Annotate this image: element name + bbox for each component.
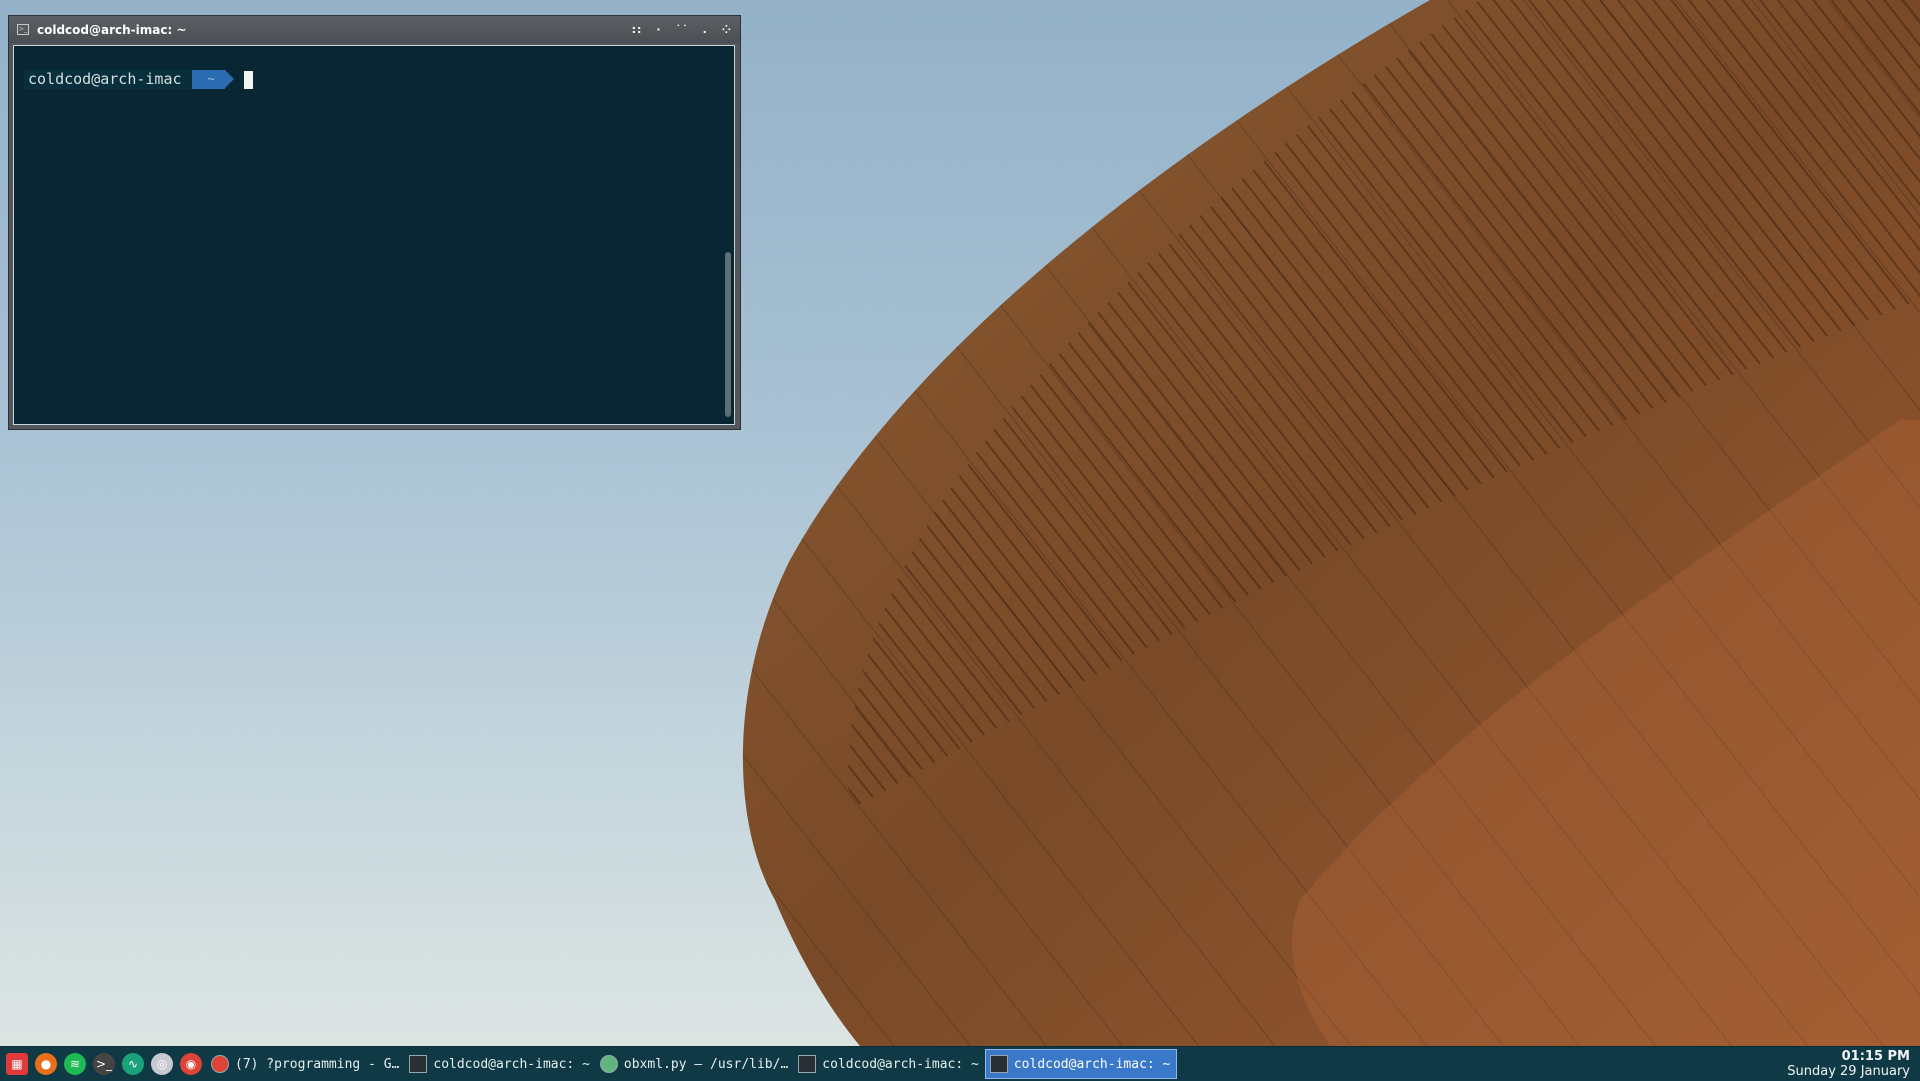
app-menu-icon[interactable]: ▦ — [6, 1053, 28, 1075]
taskbar-task-2[interactable]: coldcod@arch-imac: ~ — [405, 1049, 596, 1079]
launcher-bar: ▦ ● ≋ >_ ∿ ◎ ◉ — [4, 1053, 207, 1075]
terminal-icon[interactable]: >_ — [93, 1053, 115, 1075]
clock-date: Sunday 29 January — [1787, 1064, 1910, 1079]
terminal-icon — [989, 1055, 1008, 1073]
scrollbar-thumb[interactable] — [725, 252, 731, 417]
shade-button[interactable]: :: — [632, 23, 643, 36]
close-button[interactable]: ⁘ — [722, 23, 732, 36]
taskbar-task-4[interactable]: coldcod@arch-imac: ~ — [794, 1049, 985, 1079]
taskbar-task-3[interactable]: obxml.py — /usr/lib/… — [596, 1049, 794, 1079]
text-cursor — [243, 70, 253, 89]
window-title: coldcod@arch-imac: ~ — [37, 22, 187, 37]
window-controls: :: · ˙˙ . ⁘ — [632, 23, 732, 36]
shell-prompt: coldcod@arch-imac ~ — [24, 70, 253, 89]
all-desktops-button[interactable]: . — [703, 23, 708, 36]
terminal-scrollbar[interactable] — [725, 52, 731, 418]
task-label: coldcod@arch-imac: ~ — [433, 1056, 590, 1072]
terminal-window[interactable]: >_ coldcod@arch-imac: ~ :: · ˙˙ . ⁘ cold… — [9, 16, 740, 429]
prompt-user-segment: coldcod@arch-imac — [24, 70, 201, 89]
spotify-icon[interactable]: ≋ — [64, 1053, 86, 1075]
clock[interactable]: 01:15 PM Sunday 29 January — [1787, 1049, 1910, 1079]
task-list: (7) ?programming - G… coldcod@arch-imac: … — [207, 1049, 1178, 1079]
clock-time: 01:15 PM — [1841, 1049, 1910, 1064]
terminal-icon — [409, 1055, 428, 1073]
taskbar: ▦ ● ≋ >_ ∿ ◎ ◉ (7) ?programming - G… coldcod@ar… — [0, 1046, 1920, 1081]
settings-icon[interactable]: ◎ — [151, 1053, 173, 1075]
task-label: (7) ?programming - G… — [235, 1056, 400, 1072]
task-label: coldcod@arch-imac: ~ — [1013, 1056, 1171, 1072]
task-label: coldcod@arch-imac: ~ — [822, 1056, 979, 1072]
firefox-icon[interactable]: ● — [35, 1053, 57, 1075]
taskbar-task-1[interactable]: (7) ?programming - G… — [207, 1049, 405, 1079]
terminal-icon — [798, 1055, 817, 1073]
terminal-icon: >_ — [17, 24, 29, 35]
atom-icon — [599, 1055, 618, 1073]
taskbar-task-5[interactable]: coldcod@arch-imac: ~ — [984, 1049, 1178, 1079]
system-monitor-icon[interactable]: ∿ — [122, 1053, 144, 1075]
chrome-icon[interactable]: ◉ — [180, 1053, 202, 1075]
window-titlebar[interactable]: >_ coldcod@arch-imac: ~ :: · ˙˙ . ⁘ — [9, 16, 740, 43]
chrome-icon — [211, 1055, 229, 1073]
prompt-directory-segment: ~ — [191, 70, 235, 89]
terminal-content[interactable]: coldcod@arch-imac ~ — [13, 45, 735, 425]
iconify-button[interactable]: · — [656, 23, 661, 36]
task-label: obxml.py — /usr/lib/… — [623, 1056, 789, 1072]
maximize-button[interactable]: ˙˙ — [676, 23, 689, 36]
